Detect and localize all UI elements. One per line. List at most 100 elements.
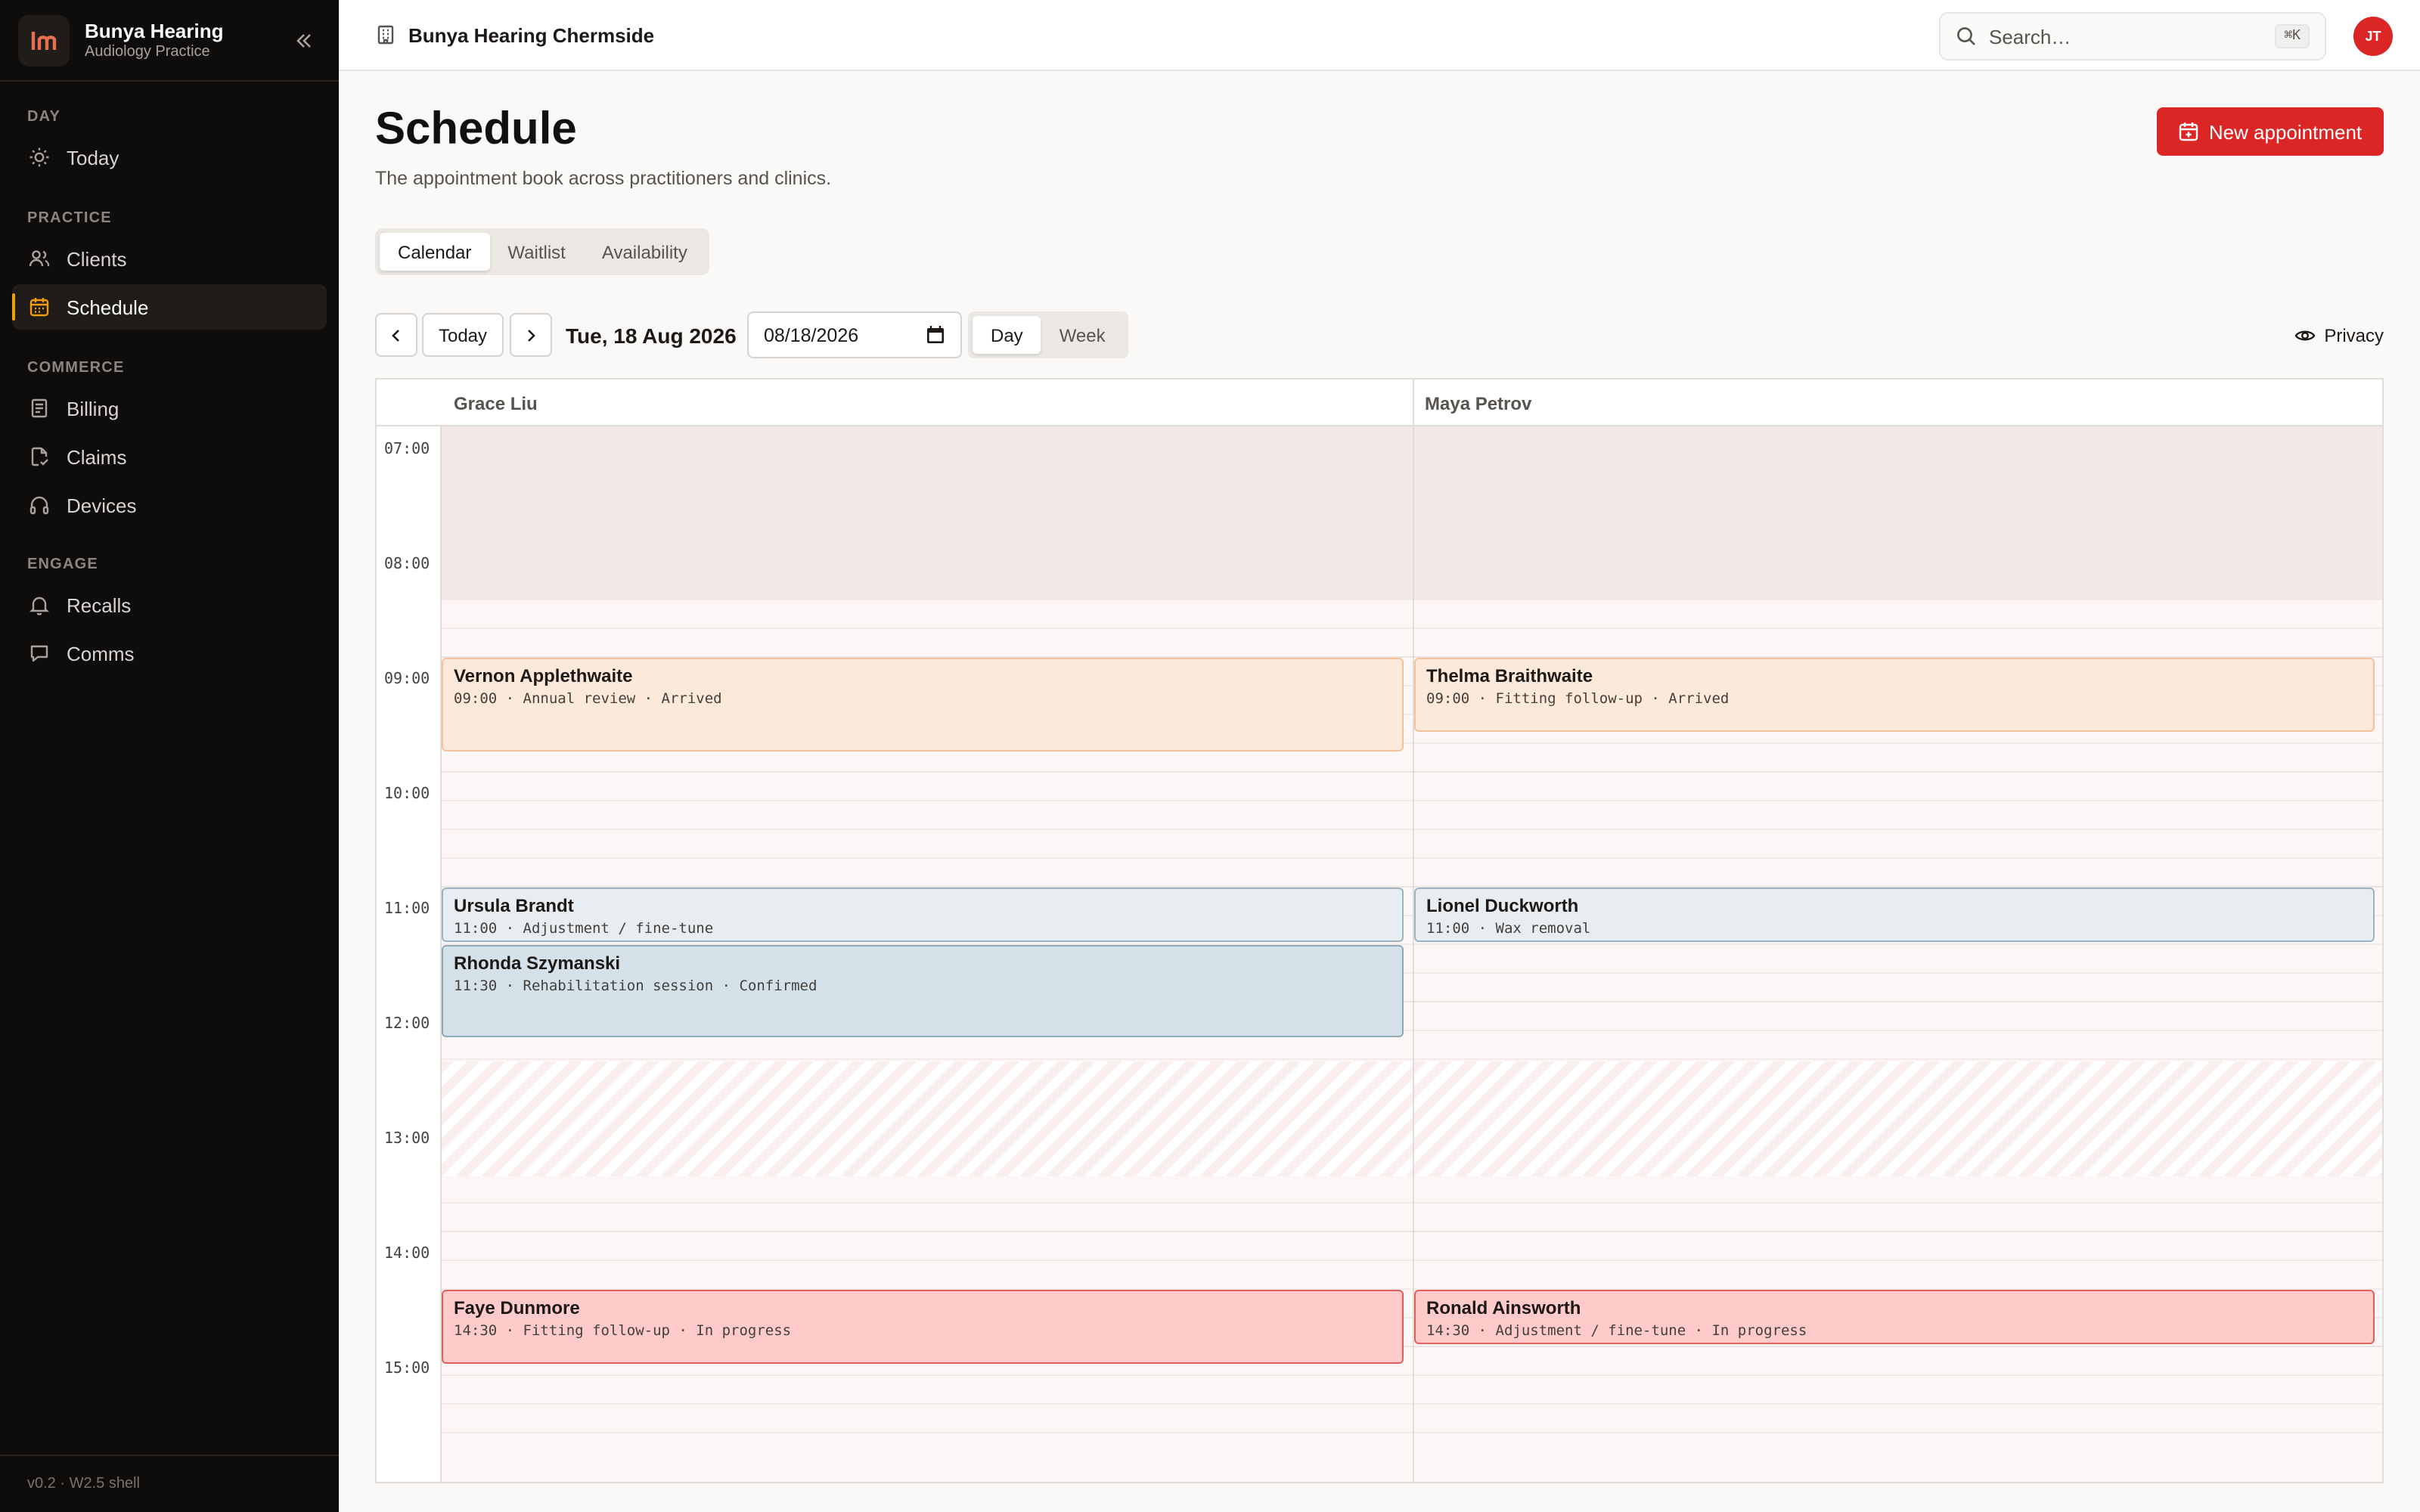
appointment-card[interactable]: Faye Dunmore 14:30 · Fitting follow-up ·… (442, 1290, 1404, 1364)
eye-icon (2294, 324, 2315, 345)
search-input[interactable] (1989, 25, 2276, 48)
sidebar-item-schedule[interactable]: Schedule (12, 284, 327, 330)
schedule-tabs: Calendar Waitlist Availability (375, 228, 710, 275)
sidebar-item-label: Devices (67, 494, 137, 516)
today-button[interactable]: Today (422, 313, 504, 357)
collapse-sidebar-button[interactable] (287, 23, 321, 57)
grid-line (1414, 800, 2382, 801)
sidebar-item-label: Claims (67, 445, 127, 468)
grid-line (1414, 1259, 2382, 1261)
practitioner-lane-grace-liu[interactable]: Vernon Applethwaite 09:00 · Annual revie… (442, 426, 1413, 1482)
appointment-card[interactable]: Vernon Applethwaite 09:00 · Annual revie… (442, 658, 1404, 751)
grid-line (1414, 1403, 2382, 1405)
appointment-card[interactable]: Ronald Ainsworth 14:30 · Adjustment / fi… (1414, 1290, 2375, 1344)
grid-line (442, 771, 1413, 773)
privacy-toggle[interactable]: Privacy (2294, 313, 2384, 357)
tab-calendar[interactable]: Calendar (380, 233, 490, 271)
appointment-client: Vernon Applethwaite (454, 665, 633, 686)
user-avatar[interactable]: JT (2353, 17, 2393, 56)
appointment-card[interactable]: Ursula Brandt 11:00 · Adjustment / fine-… (442, 888, 1404, 942)
calendar-toolbar: Today Tue, 18 Aug 2026 08/18/2026 Day We… (375, 311, 2384, 360)
topbar: Bunya Hearing Chermside ⌘K JT (339, 0, 2420, 71)
lunch-break-block (442, 1061, 1413, 1176)
grid-line (442, 800, 1413, 801)
hour-label: 09:00 (384, 671, 430, 688)
search-box[interactable]: ⌘K (1939, 12, 2326, 60)
view-toggle: Day Week (968, 311, 1128, 358)
grid-line (442, 1432, 1413, 1433)
appointment-card[interactable]: Rhonda Szymanski 11:30 · Rehabilitation … (442, 945, 1404, 1037)
brand-header: Bunya Hearing Audiology Practice (0, 0, 339, 82)
lunch-break-block (1414, 1061, 2382, 1176)
sidebar-item-label: Billing (67, 397, 119, 420)
new-appointment-label: New appointment (2208, 120, 2363, 143)
next-day-button[interactable] (510, 313, 552, 357)
grid-line (442, 1231, 1413, 1232)
section-label: PRACTICE (27, 209, 112, 226)
view-week[interactable]: Week (1041, 316, 1124, 354)
grid-line (442, 1374, 1413, 1376)
practitioner-header-grace-liu: Grace Liu (454, 392, 538, 414)
grid-line (1414, 829, 2382, 830)
grid-line (1414, 1432, 2382, 1433)
section-label: ENGAGE (27, 556, 98, 572)
sidebar-item-comms[interactable]: Comms (12, 631, 327, 676)
building-icon (375, 24, 396, 45)
hour-label: 10:00 (384, 786, 430, 803)
main-content: Schedule The appointment book across pra… (339, 71, 2420, 1512)
chevron-left-icon (392, 329, 399, 341)
app-subtitle: Audiology Practice (85, 44, 210, 60)
tab-waitlist[interactable]: Waitlist (489, 233, 583, 271)
date-value: 08/18/2026 (764, 324, 859, 345)
date-picker-input[interactable]: 08/18/2026 (747, 311, 962, 358)
sidebar-section-commerce: COMMERCE Billing Claims Devices (0, 355, 339, 528)
clinic-selector[interactable]: Bunya Hearing Chermside (375, 23, 654, 46)
sidebar-item-recalls[interactable]: Recalls (12, 582, 327, 627)
grid-line (442, 829, 1413, 830)
appointment-client: Thelma Braithwaite (1426, 665, 1593, 686)
appointment-detail: 09:00 · Fitting follow-up · Arrived (1426, 691, 1730, 708)
sidebar-item-claims[interactable]: Claims (12, 434, 327, 479)
bell-icon (27, 593, 51, 617)
view-day[interactable]: Day (973, 316, 1041, 354)
sidebar-item-billing[interactable]: Billing (12, 386, 327, 431)
search-shortcut: ⌘K (2275, 24, 2310, 48)
sidebar: Bunya Hearing Audiology Practice DAY Tod… (0, 0, 339, 1512)
appointment-card[interactable]: Thelma Braithwaite 09:00 · Fitting follo… (1414, 658, 2375, 732)
appointment-detail: 14:30 · Adjustment / fine-tune · In prog… (1426, 1323, 1807, 1340)
calendar-plus-icon (2179, 121, 2200, 142)
grid-line (1414, 857, 2382, 859)
hour-label: 14:00 (384, 1246, 430, 1263)
current-date: Tue, 18 Aug 2026 (566, 323, 737, 347)
grid-line (442, 857, 1413, 859)
grid-line (1414, 1231, 2382, 1232)
new-appointment-button[interactable]: New appointment (2157, 107, 2384, 156)
prev-day-button[interactable] (375, 313, 417, 357)
sidebar-item-devices[interactable]: Devices (12, 482, 327, 528)
page-title: Schedule (375, 104, 577, 154)
version-label: v0.2 · W2.5 shell (0, 1455, 339, 1512)
sidebar-item-today[interactable]: Today (12, 135, 327, 180)
users-icon (27, 246, 51, 271)
appointment-card[interactable]: Lionel Duckworth 11:00 · Wax removal (1414, 888, 2375, 942)
hour-label: 07:00 (384, 442, 430, 458)
page-subtitle: The appointment book across practitioner… (375, 168, 832, 189)
grid-line (1414, 1202, 2382, 1204)
section-label: DAY (27, 108, 60, 125)
message-icon (27, 641, 51, 665)
grid-line (442, 1403, 1413, 1405)
appointment-client: Ursula Brandt (454, 895, 574, 916)
grid-line (1414, 1001, 2382, 1002)
tab-availability[interactable]: Availability (584, 233, 706, 271)
sidebar-item-clients[interactable]: Clients (12, 236, 327, 281)
sidebar-item-label: Recalls (67, 593, 132, 616)
appointment-detail: 11:30 · Rehabilitation session · Confirm… (454, 978, 818, 995)
closed-hours-block (1414, 426, 2382, 600)
calendar-picker-icon[interactable] (926, 325, 945, 345)
grid-line (1414, 1030, 2382, 1031)
app-logo[interactable] (18, 14, 70, 66)
appointment-detail: 11:00 · Adjustment / fine-tune (454, 921, 714, 937)
grid-line (442, 1202, 1413, 1204)
practitioner-lane-maya-petrov[interactable]: Thelma Braithwaite 09:00 · Fitting follo… (1414, 426, 2382, 1482)
sidebar-section-day: DAY Today (0, 104, 339, 180)
